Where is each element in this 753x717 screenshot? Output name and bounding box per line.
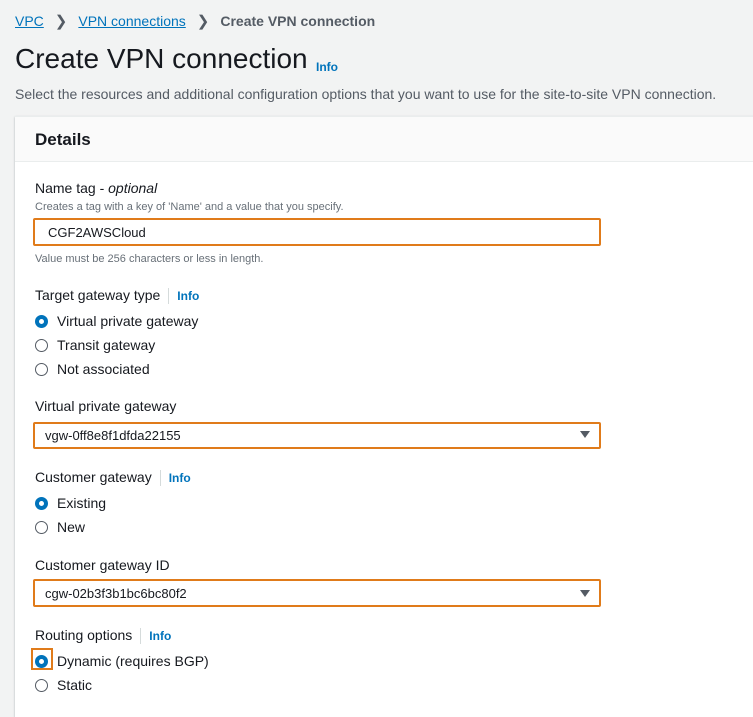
page-title: Create VPN connection [15, 43, 308, 74]
radio-unchecked-icon[interactable] [35, 338, 48, 352]
vpg-select[interactable]: vgw-0ff8e8f1dfda22155 [33, 422, 601, 449]
target-gateway-info-link[interactable]: Info [177, 289, 199, 303]
caret-down-icon [580, 590, 590, 597]
cgw-id-value: cgw-02b3f3b1bc6bc80f2 [45, 586, 187, 601]
panel-title: Details [35, 130, 91, 149]
routing-label: Routing options Info [35, 627, 172, 645]
cgw-id-label: Customer gateway ID [35, 557, 170, 573]
target-gateway-label: Target gateway type Info [35, 287, 200, 305]
radio-unchecked-icon[interactable] [35, 362, 48, 376]
breadcrumb: VPC ❯ VPN connections ❯ Create VPN conne… [15, 12, 375, 30]
radio-virtual-private-gateway[interactable]: Virtual private gateway [35, 313, 198, 329]
vpg-label: Virtual private gateway [35, 398, 177, 414]
name-tag-label: Name tag - optional [35, 180, 158, 196]
chevron-right-icon: ❯ [196, 13, 210, 30]
divider [140, 628, 142, 645]
radio-dynamic-bgp[interactable]: Dynamic (requires BGP) [35, 653, 209, 669]
name-tag-value: CGF2AWSCloud [48, 225, 146, 240]
radio-checked-icon[interactable] [35, 496, 48, 510]
radio-checked-icon[interactable] [35, 654, 48, 668]
breadcrumb-vpn-connections-link[interactable]: VPN connections [78, 13, 185, 29]
name-tag-hint: Creates a tag with a key of 'Name' and a… [35, 201, 344, 213]
name-tag-input[interactable]: CGF2AWSCloud [33, 218, 601, 246]
title-info-link[interactable]: Info [316, 60, 338, 74]
customer-gateway-info-link[interactable]: Info [169, 471, 191, 485]
breadcrumb-current: Create VPN connection [220, 13, 376, 29]
panel-header [15, 117, 753, 162]
optional-marker: optional [108, 180, 158, 196]
radio-transit-gateway[interactable]: Transit gateway [35, 337, 155, 353]
caret-down-icon [580, 431, 590, 438]
customer-gateway-label: Customer gateway Info [35, 469, 191, 487]
radio-unchecked-icon[interactable] [35, 678, 48, 692]
radio-not-associated[interactable]: Not associated [35, 361, 150, 377]
chevron-right-icon: ❯ [54, 13, 68, 30]
radio-unchecked-icon[interactable] [35, 520, 48, 534]
radio-checked-icon[interactable] [35, 314, 48, 328]
routing-info-link[interactable]: Info [149, 629, 171, 643]
radio-static[interactable]: Static [35, 677, 92, 693]
cgw-id-select[interactable]: cgw-02b3f3b1bc6bc80f2 [33, 579, 601, 607]
divider [159, 470, 161, 487]
radio-new[interactable]: New [35, 519, 85, 535]
radio-existing[interactable]: Existing [35, 495, 106, 511]
divider [168, 288, 170, 305]
page-description: Select the resources and additional conf… [15, 86, 717, 102]
vpg-value: vgw-0ff8e8f1dfda22155 [45, 428, 181, 443]
name-tag-constraint: Value must be 256 characters or less in … [35, 253, 264, 265]
breadcrumb-vpc-link[interactable]: VPC [15, 13, 44, 29]
